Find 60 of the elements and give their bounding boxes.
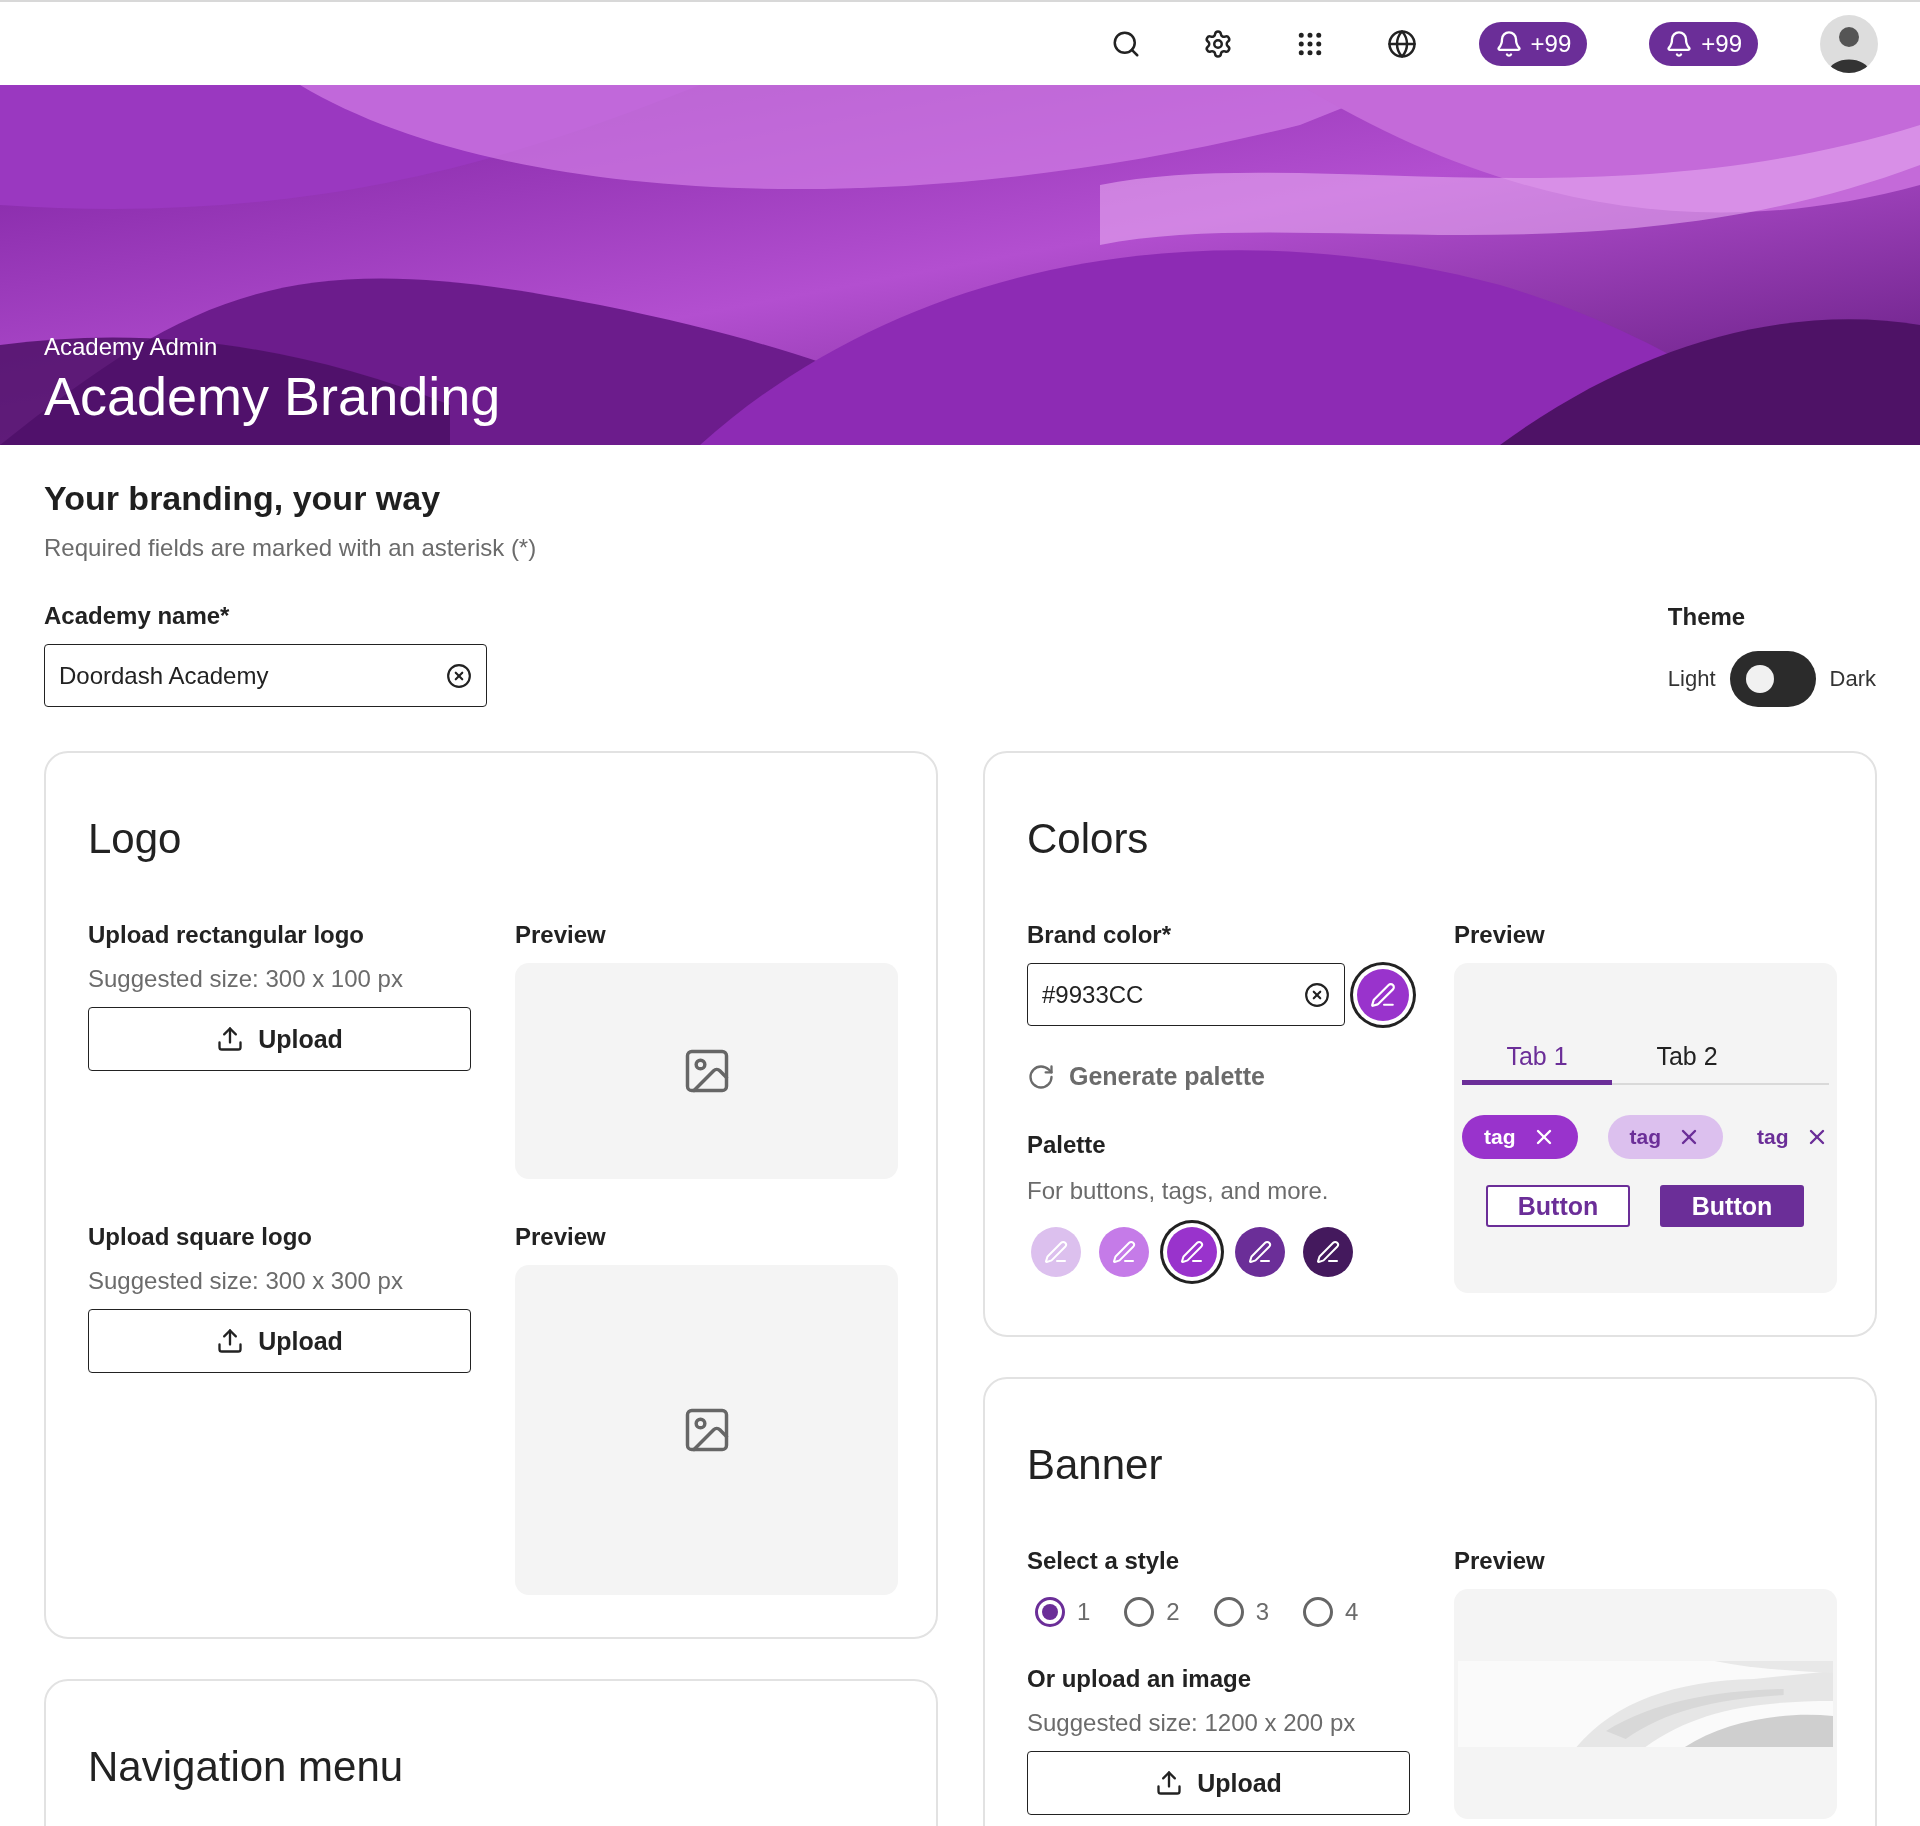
sample-button[interactable]: Button [1660,1185,1804,1227]
field-label: Academy name* [44,602,231,630]
tag-chip: tag [1607,1115,1723,1159]
upload-label: Upload rectangular logo [88,921,366,949]
breadcrumb: Academy Admin [44,333,219,361]
notification-badge[interactable]: +99 [1478,21,1588,66]
settings-icon[interactable] [1202,28,1233,59]
section-heading: Your branding, your way [44,479,442,518]
required-note: Required fields are marked with an asterisk (*) [44,534,538,562]
tab[interactable]: Tab 1 [1462,1033,1612,1085]
refresh-icon [1027,1062,1055,1091]
field-label: Select a style [1027,1547,1181,1575]
preview-label: Preview [515,1223,607,1251]
light-label: Light [1667,666,1716,692]
upload-icon [216,1327,245,1355]
page-title: Academy Branding [44,365,502,427]
theme-toggle[interactable] [1729,651,1816,707]
brand-color-field[interactable]: #9933CC [1027,963,1345,1026]
upload-button[interactable]: Upload [88,1309,471,1373]
card-title: Colors [1027,815,1150,863]
palette-hint: For buttons, tags, and more. [1027,1177,1330,1205]
palette-swatch[interactable] [1099,1227,1149,1277]
palette-swatch[interactable] [1235,1227,1285,1277]
theme-label: Theme [1667,603,1746,631]
tag-chip: tag [1462,1115,1578,1159]
field-label: Brand color* [1027,921,1173,949]
clear-icon[interactable] [1304,981,1330,1008]
preview-label: Preview [1454,921,1546,949]
palette-swatch[interactable] [1303,1227,1353,1277]
pen-icon [1180,1240,1204,1264]
pen-icon [1112,1240,1136,1264]
palette-swatch[interactable] [1031,1227,1081,1277]
tag-text: tag [1753,1115,1833,1159]
dark-label: Dark [1829,666,1876,692]
card-title: Banner [1027,1441,1164,1489]
clear-icon[interactable] [446,662,472,689]
generate-palette-button[interactable]: Generate palette [1027,1062,1410,1091]
upload-button[interactable]: Upload [1027,1751,1410,1815]
preview-label: Preview [1454,1547,1546,1575]
upload-label: Upload square logo [88,1223,313,1251]
size-hint: Suggested size: 300 x 100 px [88,965,404,993]
palette-label: Palette [1027,1131,1107,1159]
upload-icon [216,1025,245,1053]
pen-icon [1316,1240,1340,1264]
card-title: Navigation menu [88,1743,405,1791]
notification-badge[interactable]: +99 [1649,21,1758,66]
globe-icon[interactable] [1386,28,1417,59]
size-hint: Suggested size: 1200 x 200 px [1027,1709,1357,1737]
size-hint: Suggested size: 300 x 300 px [88,1267,404,1295]
preview-label: Preview [515,921,607,949]
tab[interactable]: Tab 2 [1612,1033,1762,1085]
academy-name-field[interactable]: Doordash Academy [44,644,487,707]
card-title: Logo [88,815,183,863]
pen-icon [1370,981,1396,1008]
sample-button[interactable]: Button [1486,1185,1630,1227]
pen-icon [1248,1240,1272,1264]
upload-button[interactable]: Upload [88,1007,471,1071]
upload-icon [1155,1769,1184,1797]
field-label: Or upload an image [1027,1665,1253,1693]
pen-icon [1044,1240,1068,1264]
